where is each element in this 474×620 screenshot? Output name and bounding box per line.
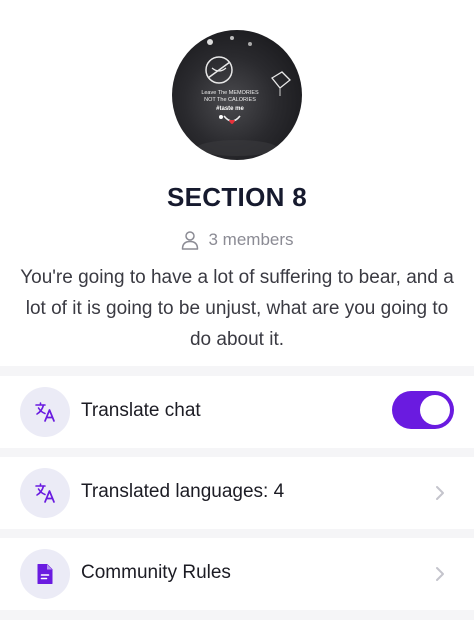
translate-chat-label: Translate chat bbox=[81, 400, 201, 421]
chevron-right-icon bbox=[436, 567, 444, 581]
document-icon bbox=[20, 549, 70, 599]
community-rules-row[interactable]: Community Rules bbox=[0, 538, 474, 610]
chevron-right-icon bbox=[436, 486, 444, 500]
community-rules-label: Community Rules bbox=[81, 562, 231, 583]
avatar-image: Leave The MEMORIES NOT The CALORIES #tas… bbox=[197, 36, 291, 156]
member-count-label: 3 members bbox=[208, 230, 294, 249]
toggle-knob bbox=[420, 395, 450, 425]
translate-icon bbox=[20, 468, 70, 518]
translated-languages-label: Translated languages: 4 bbox=[81, 481, 285, 502]
avatar-sign-line-1: Leave The MEMORIES bbox=[201, 90, 259, 96]
group-avatar[interactable]: Leave The MEMORIES NOT The CALORIES #tas… bbox=[172, 30, 302, 160]
group-header: Leave The MEMORIES NOT The CALORIES #tas… bbox=[0, 0, 474, 366]
translate-icon bbox=[20, 387, 70, 437]
avatar-sign-line-3: #taste me bbox=[216, 106, 244, 112]
translated-languages-row[interactable]: Translated languages: 4 bbox=[0, 457, 474, 529]
person-icon bbox=[180, 230, 200, 250]
group-description: You're going to have a lot of suffering … bbox=[20, 267, 454, 350]
translate-chat-row[interactable]: Translate chat bbox=[0, 376, 474, 448]
group-name: SECTION 8 bbox=[167, 182, 307, 212]
member-count[interactable]: 3 members bbox=[0, 229, 474, 251]
avatar-sign-line-2: NOT The CALORIES bbox=[204, 97, 256, 103]
translate-chat-toggle[interactable] bbox=[392, 391, 454, 429]
